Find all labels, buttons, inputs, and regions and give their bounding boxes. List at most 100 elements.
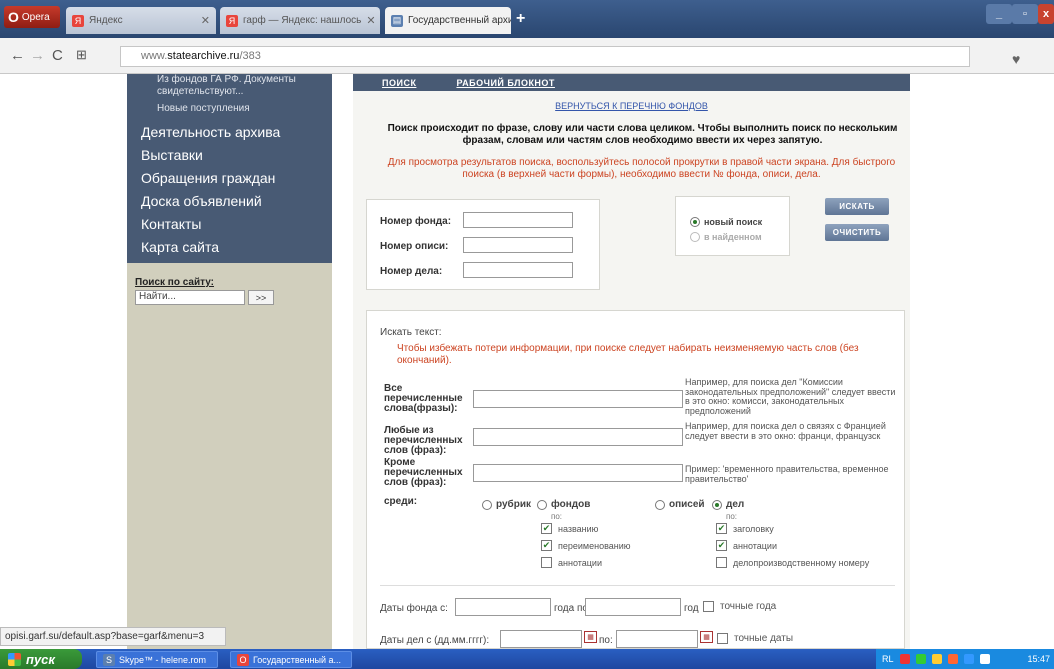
back-arrow-icon[interactable]: ←	[10, 47, 25, 64]
tray-icon[interactable]	[947, 654, 958, 664]
url-path: /383	[239, 50, 261, 62]
tab-yandex-search[interactable]: Я гарф — Яндекс: нашлось ✕	[220, 7, 380, 34]
tray-icon[interactable]	[963, 654, 974, 664]
among-label: среди:	[384, 496, 418, 507]
sidebar-subitem-documents[interactable]: Из фондов ГА РФ. Документы свидетельству…	[127, 74, 307, 98]
tab-close-icon[interactable]: ✕	[366, 14, 375, 27]
taskbar-item-browser[interactable]: O Государственный а...	[230, 651, 352, 668]
start-button[interactable]: пуск	[0, 649, 82, 669]
delo-dates-label: Даты дел с (дд.мм.гггг):	[380, 635, 490, 646]
delo-check-number-label: делопроизводственному номеру	[733, 557, 870, 568]
sidebar-item-appeals[interactable]: Обращения граждан	[127, 167, 332, 190]
sidebar-menu: Из фондов ГА РФ. Документы свидетельству…	[127, 74, 332, 263]
search-button[interactable]: ИСКАТЬ	[825, 198, 889, 215]
minimize-button[interactable]: _	[986, 4, 1012, 24]
opera-menu-label: Opera	[21, 11, 50, 23]
exact-years-check[interactable]: точные года	[703, 601, 776, 612]
windows-flag-icon	[8, 652, 21, 666]
tray-icon[interactable]	[931, 654, 942, 664]
fond-number-label: Номер фонда:	[380, 216, 452, 227]
fond-check-name[interactable]: ✔ названию	[541, 523, 598, 534]
opera-menu-button[interactable]: O Opera	[4, 6, 60, 28]
fonds-po-label: по:	[551, 512, 563, 521]
tab-close-icon[interactable]: ✕	[201, 14, 210, 27]
address-bar: ← → C ⊞ ◍ www.statearchive.ru/383 ♥	[0, 38, 1054, 74]
exact-years-label: точные года	[720, 601, 777, 612]
bookmark-heart-icon[interactable]: ♥	[1012, 51, 1020, 67]
fond-date-to-input[interactable]	[585, 598, 681, 616]
calendar-icon[interactable]: ▦	[700, 631, 713, 643]
reload-icon[interactable]: C	[52, 47, 63, 64]
radio-new-search[interactable]: новый поиск	[690, 217, 762, 227]
site-search: Поиск по сайту: Найти... >>	[127, 263, 332, 305]
exact-dates-check[interactable]: точные даты	[717, 633, 793, 644]
maximize-button[interactable]: ▫	[1012, 4, 1038, 24]
sidebar-item-exhibitions[interactable]: Выставки	[127, 144, 332, 167]
forward-arrow-icon[interactable]: →	[30, 47, 45, 64]
radio-fonds[interactable]: фондов	[537, 499, 590, 510]
radio-dela[interactable]: дел	[712, 499, 744, 510]
fond-check-annotation[interactable]: аннотации	[541, 557, 602, 568]
sidebar-item-board[interactable]: Доска объявлений	[127, 190, 332, 213]
radio-in-found[interactable]: в найденном	[690, 232, 762, 242]
delo-date-to-input[interactable]	[616, 630, 698, 648]
language-indicator[interactable]: RL	[882, 654, 894, 664]
any-words-input[interactable]	[473, 428, 683, 446]
sidebar-subitem-new[interactable]: Новые поступления	[127, 103, 332, 115]
new-tab-button[interactable]: +	[516, 10, 525, 28]
site-search-button[interactable]: >>	[248, 290, 274, 305]
tray-icon[interactable]	[915, 654, 926, 664]
tab-yandex[interactable]: Я Яндекс ✕	[66, 7, 216, 34]
radio-button-icon	[482, 499, 492, 510]
sidebar-item-sitemap[interactable]: Карта сайта	[127, 236, 332, 259]
url-input[interactable]: www.statearchive.ru/383	[120, 46, 970, 67]
checkbox-icon	[716, 557, 727, 568]
radio-rubrics[interactable]: рубрик	[482, 499, 531, 510]
delo-date-from-input[interactable]	[500, 630, 582, 648]
sidebar: Из фондов ГА РФ. Документы свидетельству…	[127, 74, 332, 649]
tab-label: Яндекс	[89, 15, 123, 26]
checkbox-checked-icon: ✔	[541, 540, 552, 551]
except-words-input[interactable]	[473, 464, 683, 482]
all-words-input[interactable]	[473, 390, 683, 408]
all-words-label: Все перечисленные слова(фразы):	[384, 383, 463, 414]
fond-date-from-input[interactable]	[455, 598, 551, 616]
speed-dial-icon[interactable]: ⊞	[76, 47, 87, 63]
opera-logo-icon: O	[8, 9, 19, 25]
checkbox-checked-icon: ✔	[541, 523, 552, 534]
opera-icon: O	[237, 653, 249, 666]
page-margin	[0, 74, 127, 649]
radio-button-icon	[690, 217, 700, 227]
nav-notebook-link[interactable]: РАБОЧИЙ БЛОКНОТ	[456, 78, 555, 88]
url-prefix: www.	[141, 50, 168, 62]
radio-opisi[interactable]: описей	[655, 499, 705, 510]
delo-check-annotation-label: аннотации	[733, 540, 777, 551]
fond-check-rename[interactable]: ✔ переименованию	[541, 540, 631, 551]
delo-check-annotation[interactable]: ✔ аннотации	[716, 540, 777, 551]
opis-number-input[interactable]	[463, 237, 573, 253]
tray-icon[interactable]	[899, 654, 910, 664]
search-form-area: ПОИСК РАБОЧИЙ БЛОКНОТ ВЕРНУТЬСЯ К ПЕРЕЧН…	[353, 74, 910, 649]
fond-dates-label: Даты фонда с:	[380, 603, 448, 614]
back-to-fonds-link[interactable]: ВЕРНУТЬСЯ К ПЕРЕЧНЮ ФОНДОВ	[353, 101, 910, 111]
delo-check-title[interactable]: ✔ заголовку	[716, 523, 774, 534]
tray-icon[interactable]	[979, 654, 990, 664]
sidebar-item-contacts[interactable]: Контакты	[127, 213, 332, 236]
delo-number-input[interactable]	[463, 262, 573, 278]
fond-number-input[interactable]	[463, 212, 573, 228]
sidebar-item-activity[interactable]: Деятельность архива	[127, 121, 332, 144]
calendar-icon[interactable]: ▦	[584, 631, 597, 643]
tab-state-archive[interactable]: ▤ Государственный архив Ро ✕	[385, 7, 511, 34]
delo-check-title-label: заголовку	[733, 523, 774, 534]
taskbar-item-label: Skype™ - helene.rom	[119, 654, 207, 665]
nav-search-link[interactable]: ПОИСК	[382, 78, 416, 88]
delo-check-number[interactable]: делопроизводственному номеру	[716, 557, 869, 568]
radio-fonds-label: фондов	[551, 499, 591, 510]
yandex-icon: Я	[226, 14, 238, 27]
site-search-input[interactable]: Найти...	[135, 290, 245, 305]
clear-button[interactable]: ОЧИСТИТЬ	[825, 224, 889, 241]
radio-found-label: в найденном	[704, 232, 762, 242]
taskbar-item-skype[interactable]: S Skype™ - helene.rom	[96, 651, 218, 668]
close-window-button[interactable]: x	[1038, 4, 1054, 24]
dela-po-label: по:	[726, 512, 738, 521]
